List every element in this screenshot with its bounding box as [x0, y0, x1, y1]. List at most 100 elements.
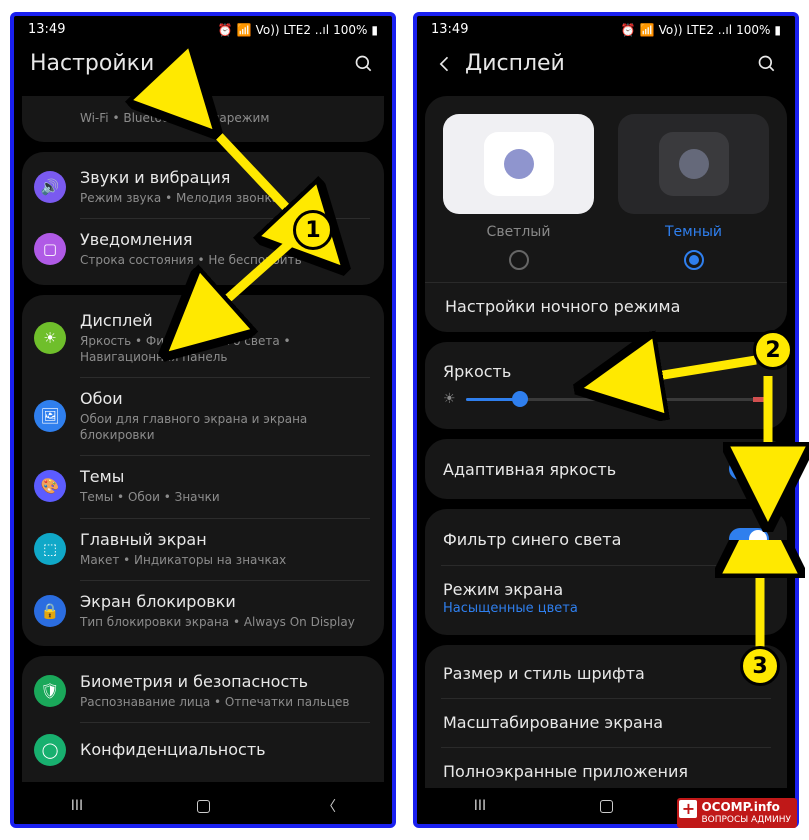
theme-selector: Светлый Темный Настройки ночного режима — [425, 96, 787, 332]
item-title: Конфиденциальность — [80, 740, 266, 760]
settings-item-privacy[interactable]: ◯ Конфиденциальность — [22, 722, 384, 778]
item-subtitle: Строка состояния • Не беспокоить — [80, 252, 302, 268]
nav-back[interactable]: 〈 — [299, 796, 359, 816]
adaptive-brightness-row[interactable]: Адаптивная яркость — [425, 443, 787, 495]
brightness-card: Яркость ☀ — [425, 342, 787, 429]
item-title: Звуки и вибрация — [80, 168, 279, 188]
theme-option-dark[interactable]: Темный — [612, 114, 775, 276]
wifi-icon: 📶 — [640, 23, 655, 37]
search-button[interactable] — [755, 54, 779, 74]
light-preview — [443, 114, 594, 214]
item-title: Дисплей — [80, 311, 368, 331]
misc-card: Размер и стиль шрифта Масштабирование эк… — [425, 645, 787, 788]
phone-display-settings: 13:49 ⏰ 📶 Vo)) LTE2 ..ıl 100% ▮ Дисплей … — [413, 12, 799, 828]
item-title: Главный экран — [80, 530, 286, 550]
watermark-ocomp: + OCOMP.info ВОПРОСЫ АДМИНУ — [677, 798, 797, 828]
settings-item-themes[interactable]: 🎨 Темы Темы • Обои • Значки — [22, 455, 384, 517]
bluelight-toggle[interactable] — [729, 528, 769, 550]
font-size-row[interactable]: Размер и стиль шрифта — [425, 649, 787, 698]
nav-home[interactable] — [173, 800, 233, 813]
adaptive-toggle[interactable] — [729, 458, 769, 480]
row-label: Режим экрана — [443, 580, 578, 599]
row-label: Полноэкранные приложения — [443, 762, 688, 781]
page-title: Настройки — [30, 51, 352, 76]
alarm-icon: ⏰ — [218, 23, 233, 37]
item-subtitle: Яркость • Фильтр синего света • Навигаци… — [80, 333, 368, 365]
item-subtitle: Тип блокировки экрана • Always On Displa… — [80, 614, 355, 630]
slider-track[interactable] — [466, 398, 769, 401]
search-icon — [757, 54, 777, 74]
group-sound-notif: 🔊 Звуки и вибрация Режим звука • Мелодия… — [22, 152, 384, 284]
item-subtitle: Распознавание лица • Отпечатки пальцев — [80, 694, 349, 710]
wifi-icon: 📶 — [237, 23, 252, 37]
status-icons: ⏰ 📶 Vo)) LTE2 ..ıl 100% ▮ — [218, 23, 378, 37]
item-subtitle: Макет • Индикаторы на значках — [80, 552, 286, 568]
notifications-icon: ▢ — [34, 233, 66, 265]
settings-item-biometrics[interactable]: 🛡 Биометрия и безопасность Распознавание… — [22, 660, 384, 722]
watermark-sub: ВОПРОСЫ АДМИНУ — [701, 815, 791, 825]
row-label: Фильтр синего света — [443, 530, 621, 549]
search-icon — [354, 54, 374, 74]
battery-icon: ▮ — [774, 23, 781, 37]
radio-light[interactable] — [509, 250, 529, 270]
settings-item-display[interactable]: ☀ Дисплей Яркость • Фильтр синего света … — [22, 299, 384, 377]
screen-mode-row[interactable]: Режим экрана Насыщенные цвета — [425, 565, 787, 631]
theme-option-light[interactable]: Светлый — [437, 114, 600, 276]
header: Дисплей — [417, 43, 795, 90]
back-button[interactable] — [433, 54, 457, 74]
nav-bar: III 〈 — [14, 788, 392, 824]
item-subtitle: Темы • Обои • Значки — [80, 489, 220, 505]
screen-zoom-row[interactable]: Масштабирование экрана — [425, 698, 787, 747]
battery-icon: ▮ — [371, 23, 378, 37]
nav-recents[interactable]: III — [450, 798, 510, 814]
fullscreen-apps-row[interactable]: Полноэкранные приложения — [425, 747, 787, 788]
sun-icon: ☀ — [443, 391, 456, 407]
adaptive-card: Адаптивная яркость — [425, 439, 787, 499]
net-label: Vo)) LTE2 ..ıl — [659, 23, 733, 37]
clock: 13:49 — [28, 22, 65, 37]
lock-icon: 🔒 — [34, 595, 66, 627]
plus-icon: + — [679, 800, 697, 818]
display-settings-list[interactable]: Светлый Темный Настройки ночного режима … — [425, 96, 787, 788]
item-title: Темы — [80, 467, 220, 487]
search-button[interactable] — [352, 54, 376, 74]
settings-item-connections[interactable]: Wi-Fi • Bluetooth • Авиарежим — [22, 96, 384, 138]
status-icons: ⏰ 📶 Vo)) LTE2 ..ıl 100% ▮ — [621, 23, 781, 37]
theme-label-dark: Темный — [612, 224, 775, 240]
row-label: Адаптивная яркость — [443, 460, 616, 479]
bluelight-card: Фильтр синего света Режим экрана Насыщен… — [425, 509, 787, 635]
dark-preview — [618, 114, 769, 214]
settings-item-lockscreen[interactable]: 🔒 Экран блокировки Тип блокировки экрана… — [22, 580, 384, 642]
item-title: Уведомления — [80, 230, 302, 250]
settings-item-sound[interactable]: 🔊 Звуки и вибрация Режим звука • Мелодия… — [22, 156, 384, 218]
group-security: 🛡 Биометрия и безопасность Распознавание… — [22, 656, 384, 782]
item-title: Обои — [80, 389, 368, 409]
chevron-left-icon — [435, 54, 455, 74]
settings-list[interactable]: Wi-Fi • Bluetooth • Авиарежим 🔊 Звуки и … — [22, 96, 384, 788]
blue-light-filter-row[interactable]: Фильтр синего света — [425, 513, 787, 565]
nav-home[interactable] — [576, 800, 636, 813]
radio-dark[interactable] — [684, 250, 704, 270]
settings-item-notifications[interactable]: ▢ Уведомления Строка состояния • Не бесп… — [22, 218, 384, 280]
item-title: Биометрия и безопасность — [80, 672, 349, 692]
home-icon: ⬚ — [34, 533, 66, 565]
group-connections: Wi-Fi • Bluetooth • Авиарежим — [22, 96, 384, 142]
phone-settings: 13:49 ⏰ 📶 Vo)) LTE2 ..ıl 100% ▮ Настройк… — [10, 12, 396, 828]
settings-item-home[interactable]: ⬚ Главный экран Макет • Индикаторы на зн… — [22, 518, 384, 580]
item-subtitle: Режим звука • Мелодия звонка — [80, 190, 279, 206]
nav-recents[interactable]: III — [47, 798, 107, 814]
row-sub: Насыщенные цвета — [443, 601, 578, 616]
battery-label: 100% — [333, 23, 367, 37]
group-display: ☀ Дисплей Яркость • Фильтр синего света … — [22, 295, 384, 646]
brightness-slider[interactable]: ☀ — [443, 391, 769, 407]
settings-item-wallpaper[interactable]: 🖼 Обои Обои для главного экрана и экрана… — [22, 377, 384, 455]
status-bar: 13:49 ⏰ 📶 Vo)) LTE2 ..ıl 100% ▮ — [14, 16, 392, 43]
privacy-icon: ◯ — [34, 734, 66, 766]
sound-icon: 🔊 — [34, 171, 66, 203]
alarm-icon: ⏰ — [621, 23, 636, 37]
dark-mode-settings[interactable]: Настройки ночного режима — [437, 283, 775, 330]
net-label: Vo)) LTE2 ..ıl — [256, 23, 330, 37]
row-label: Масштабирование экрана — [443, 713, 663, 732]
header: Настройки — [14, 43, 392, 90]
wallpaper-icon: 🖼 — [34, 400, 66, 432]
